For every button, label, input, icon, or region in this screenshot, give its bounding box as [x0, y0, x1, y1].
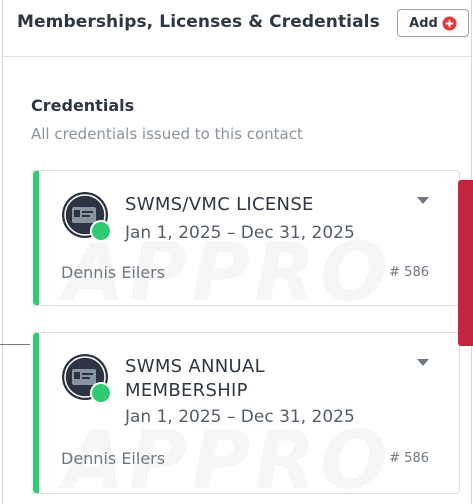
caret-down-icon[interactable]	[417, 197, 429, 204]
credential-dates: Jan 1, 2025 – Dec 31, 2025	[125, 223, 355, 243]
credential-holder: Dennis Eilers	[61, 263, 166, 282]
adjacent-panel-edge	[458, 180, 473, 346]
credential-dates: Jan 1, 2025 – Dec 31, 2025	[125, 407, 355, 427]
add-label: Add	[409, 15, 438, 31]
id-card-icon	[62, 354, 112, 404]
credential-name: SWMS ANNUAL MEMBERSHIP	[125, 356, 265, 401]
credentials-panel: Memberships, Licenses & Credentials Add …	[2, 0, 472, 504]
panel-header: Memberships, Licenses & Credentials Add	[3, 0, 471, 57]
credential-number: # 586	[389, 265, 429, 280]
status-accent-bar	[33, 171, 39, 305]
credential-name: SWMS/VMC LICENSE	[125, 194, 314, 215]
add-button[interactable]: Add	[397, 9, 469, 37]
plus-circle-icon	[442, 15, 457, 31]
divider	[0, 344, 30, 345]
caret-down-icon[interactable]	[417, 359, 429, 366]
id-card-icon	[62, 192, 112, 242]
credential-card[interactable]: APPRO SWMS/VMC LICENSE Jan 1, 2025 – Dec…	[33, 170, 460, 306]
section-subtitle: All credentials issued to this contact	[31, 125, 303, 143]
status-accent-bar	[33, 333, 39, 493]
section-title: Credentials	[31, 96, 135, 115]
credential-number: # 586	[389, 451, 429, 466]
credential-holder: Dennis Eilers	[61, 449, 166, 468]
credential-card[interactable]: APPRO SWMS ANNUAL MEMBERSHIP Jan 1, 2025…	[33, 332, 460, 494]
panel-title: Memberships, Licenses & Credentials	[17, 12, 380, 32]
